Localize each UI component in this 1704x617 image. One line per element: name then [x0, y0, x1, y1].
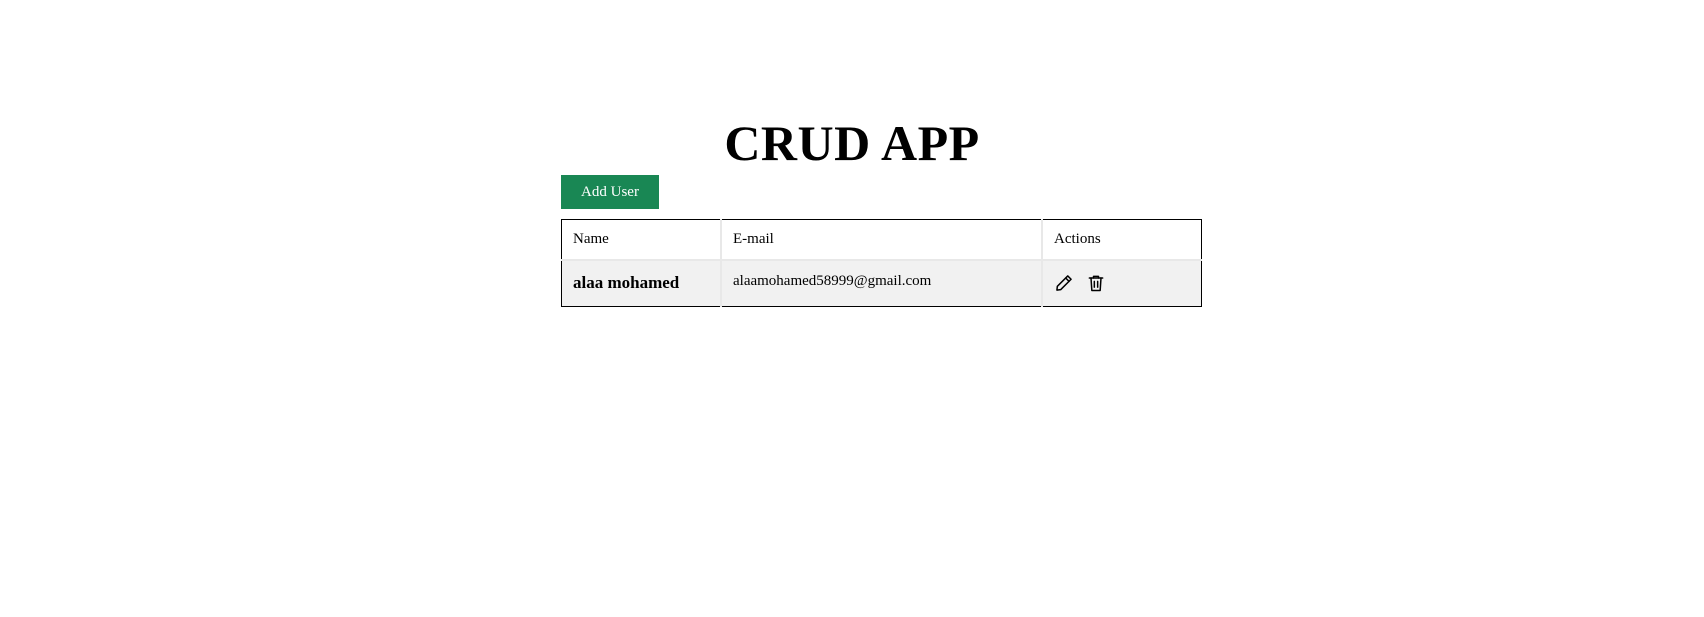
- user-email-cell: alaamohamed58999@gmail.com: [721, 259, 1043, 307]
- table-row: alaa mohamed alaamohamed58999@gmail.com: [561, 259, 1202, 307]
- trash-icon[interactable]: [1086, 273, 1106, 293]
- column-header-email: E-mail: [721, 219, 1043, 261]
- page-title: CRUD APP: [724, 115, 980, 171]
- user-name-cell: alaa mohamed: [561, 259, 722, 307]
- table-header: Name E-mail Actions: [561, 219, 1202, 261]
- pencil-icon[interactable]: [1054, 273, 1074, 293]
- column-header-name: Name: [561, 219, 722, 261]
- users-table: Name E-mail Actions alaa mohamed alaamoh…: [561, 219, 1202, 307]
- column-header-actions: Actions: [1042, 219, 1202, 261]
- table-header-row: Name E-mail Actions: [561, 219, 1202, 261]
- actions-cell: [1042, 260, 1202, 307]
- table-body: alaa mohamed alaamohamed58999@gmail.com: [561, 259, 1202, 307]
- add-user-button[interactable]: Add User: [561, 175, 659, 209]
